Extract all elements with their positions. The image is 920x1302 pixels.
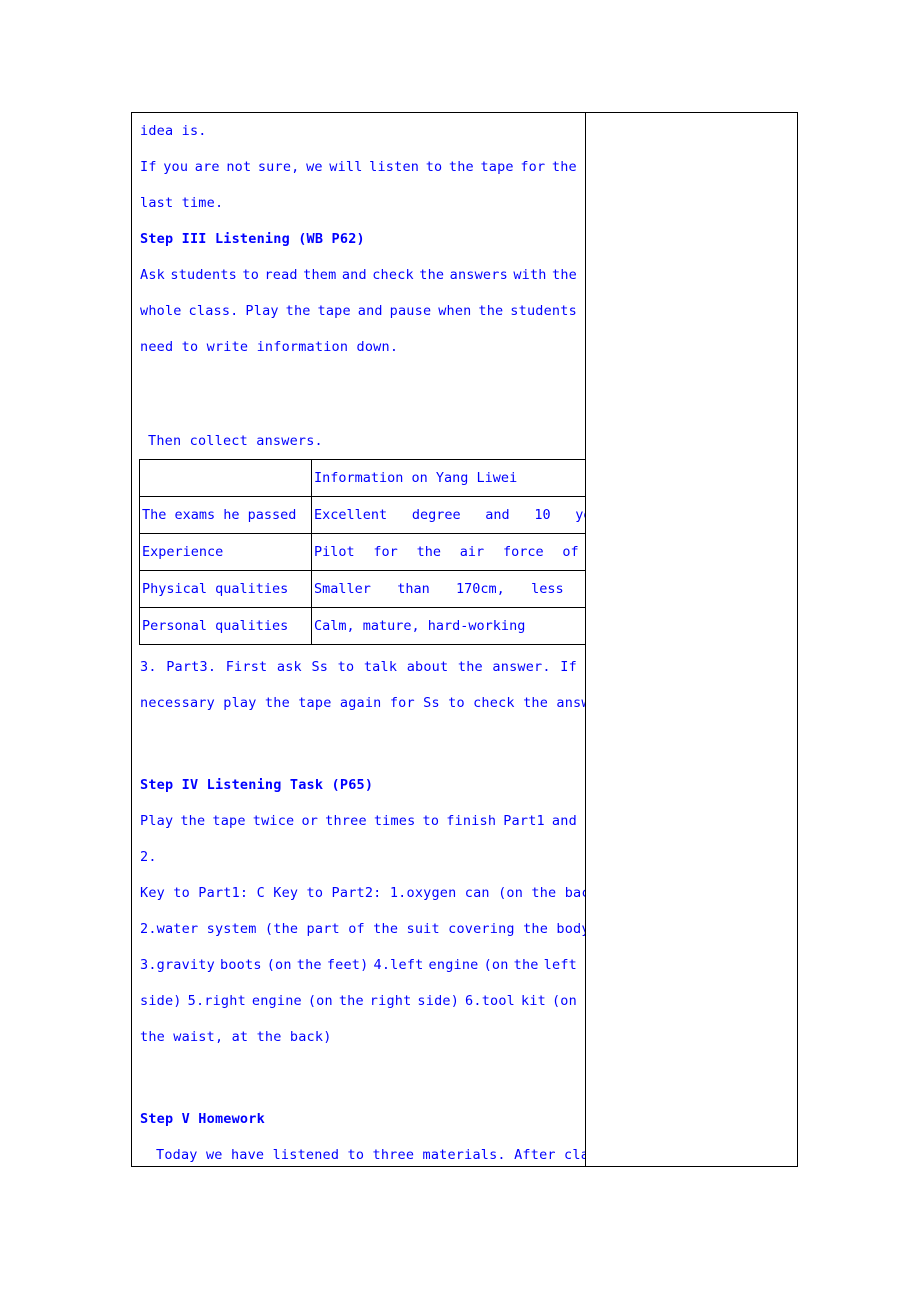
table-row: Experience Pilot for the air force of bbox=[139, 533, 585, 571]
text-line: Ask students to read them and check the … bbox=[140, 267, 577, 283]
text-line: Play the tape twice or three times to fi… bbox=[140, 813, 577, 829]
row-value: Smaller than 170cm, less than 70 bbox=[311, 570, 585, 608]
table-row: The exams he passed Excellent degree and… bbox=[139, 496, 585, 534]
text-line: idea is. bbox=[140, 123, 207, 139]
main-content-clip: idea is. If you are not sure, we will li… bbox=[133, 114, 585, 1166]
side-notes-cell bbox=[585, 112, 798, 1167]
table-row: Physical qualities Smaller than 170cm, l… bbox=[139, 570, 585, 608]
row-value-text: Smaller than 170cm, less than 70 bbox=[314, 581, 564, 597]
text-line: whole class. Play the tape and pause whe… bbox=[140, 303, 577, 319]
row-value-text: Information on Yang Liwei bbox=[314, 470, 518, 486]
text-line: last time. bbox=[140, 195, 224, 211]
section-heading-step5: Step V Homework bbox=[140, 1111, 265, 1127]
row-value: Calm, mature, hard-working bbox=[311, 607, 585, 645]
section-heading-step3: Step III Listening (WB P62) bbox=[140, 231, 365, 247]
text-line: need to write information down. bbox=[140, 339, 399, 355]
row-label: Experience bbox=[139, 533, 312, 571]
outer-table-row: idea is. If you are not sure, we will li… bbox=[131, 112, 798, 1167]
text-line: 2. bbox=[140, 849, 157, 865]
lesson-plan-table: idea is. If you are not sure, we will li… bbox=[131, 112, 798, 1167]
text-line: If you are not sure, we will listen to t… bbox=[140, 159, 577, 175]
text-line: side) 5.right engine (on the right side)… bbox=[140, 993, 577, 1009]
row-label: Personal qualities bbox=[139, 607, 312, 645]
text-line: the waist, at the back) bbox=[140, 1029, 332, 1045]
table-row: Information on Yang Liwei bbox=[139, 459, 585, 497]
row-value-text: Pilot for the air force of the PLA bbox=[314, 544, 579, 560]
row-label bbox=[139, 459, 312, 497]
yang-liwei-table-clip: Information on Yang Liwei The exams he p… bbox=[133, 459, 585, 649]
row-value-text: Excellent degree and 10 years' tr bbox=[314, 507, 585, 523]
table-row: Personal qualities Calm, mature, hard-wo… bbox=[139, 607, 585, 645]
text-line: Today we have listened to three material… bbox=[156, 1147, 585, 1163]
row-label: The exams he passed bbox=[139, 496, 312, 534]
section-heading-step4: Step IV Listening Task (P65) bbox=[140, 777, 374, 793]
text-line: necessary play the tape again for Ss to … bbox=[140, 695, 585, 711]
row-value-text: Calm, mature, hard-working bbox=[314, 618, 526, 634]
text-line: Key to Part1: C Key to Part2: 1.oxygen c… bbox=[140, 885, 585, 901]
row-label: Physical qualities bbox=[139, 570, 312, 608]
row-value: Pilot for the air force of the PLA bbox=[311, 533, 585, 571]
yang-liwei-information-table: Information on Yang Liwei The exams he p… bbox=[139, 459, 585, 645]
text-line: 2.water system (the part of the suit cov… bbox=[140, 921, 585, 937]
text-line: 3. Part3. First ask Ss to talk about the… bbox=[140, 659, 577, 675]
row-value: Excellent degree and 10 years' tr bbox=[311, 496, 585, 534]
main-content-cell: idea is. If you are not sure, we will li… bbox=[131, 112, 586, 1167]
then-collect-answers-line: Then collect answers. bbox=[148, 433, 323, 449]
text-line: 3.gravity boots (on the feet) 4.left eng… bbox=[140, 957, 577, 973]
row-value: Information on Yang Liwei bbox=[311, 459, 585, 497]
